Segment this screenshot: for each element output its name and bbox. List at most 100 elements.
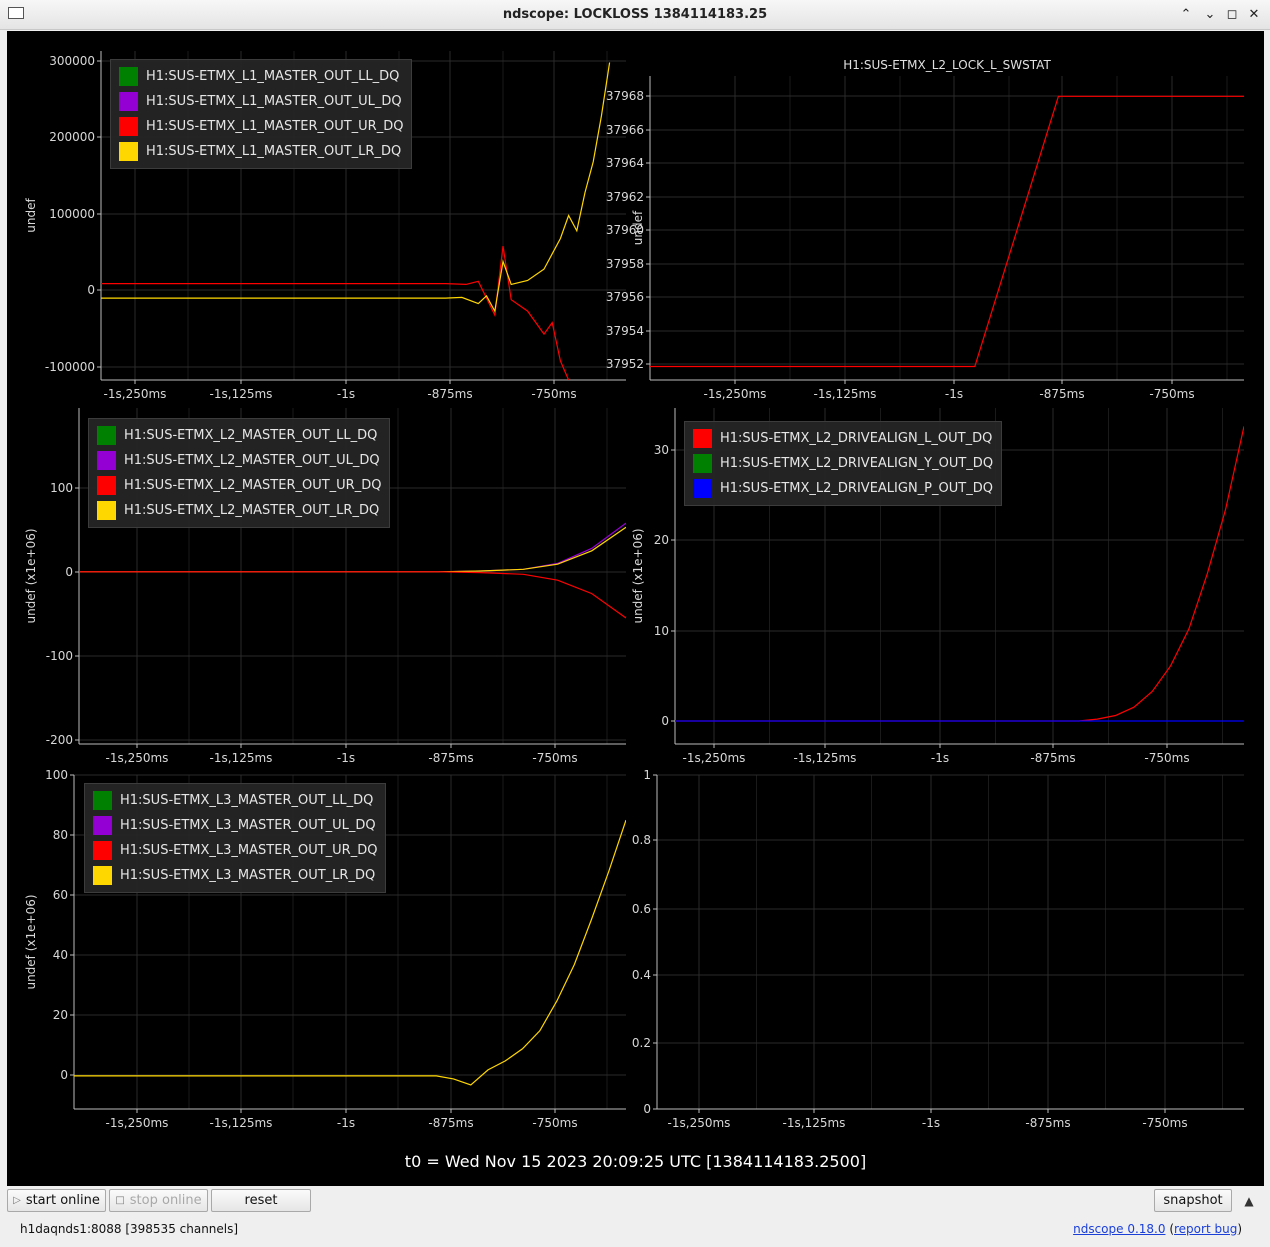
x-tick-label: -875ms — [428, 1116, 473, 1130]
legend-item[interactable]: H1:SUS-ETMX_L2_MASTER_OUT_UL_DQ — [97, 448, 381, 473]
version-info: ndscope 0.18.0 (report bug) — [1073, 1222, 1242, 1236]
legend-swatch — [693, 479, 712, 498]
legend-label: H1:SUS-ETMX_L2_MASTER_OUT_LL_DQ — [124, 428, 378, 443]
y-tick-label: 300000 — [49, 54, 95, 68]
y-tick-label: 60 — [53, 888, 68, 902]
close-button[interactable]: ✕ — [1245, 6, 1263, 24]
legend-drivealign[interactable]: H1:SUS-ETMX_L2_DRIVEALIGN_L_OUT_DQ H1:SUS… — [684, 421, 1003, 506]
stop-online-label: stop online — [129, 1193, 202, 1208]
legend-swatch — [93, 841, 112, 860]
legend-item[interactable]: H1:SUS-ETMX_L3_MASTER_OUT_UR_DQ — [93, 838, 377, 863]
y-tick-label: 37956 — [606, 290, 644, 304]
legend-swatch — [97, 451, 116, 470]
x-tick-label: -1s — [337, 1116, 355, 1130]
window-title: ndscope: LOCKLOSS 1384114183.25 — [502, 7, 768, 22]
legend-item[interactable]: H1:SUS-ETMX_L3_MASTER_OUT_LR_DQ — [93, 863, 377, 888]
y-tick-label: 40 — [53, 948, 68, 962]
legend-label: H1:SUS-ETMX_L2_DRIVEALIGN_P_OUT_DQ — [720, 481, 993, 496]
stop-online-button: □ stop online — [109, 1189, 208, 1212]
y-tick-label: -100 — [46, 649, 73, 663]
legend-item[interactable]: H1:SUS-ETMX_L2_MASTER_OUT_LR_DQ — [97, 498, 381, 523]
legend-label: H1:SUS-ETMX_L3_MASTER_OUT_UL_DQ — [120, 818, 376, 833]
y-tick-label: 100 — [50, 481, 73, 495]
x-tick-label: -1s,125ms — [210, 1116, 273, 1130]
x-tick-label: -1s — [931, 751, 949, 765]
legend-item[interactable]: H1:SUS-ETMX_L2_DRIVEALIGN_P_OUT_DQ — [693, 476, 993, 501]
y-tick-label: 30 — [654, 443, 669, 457]
legend-swatch — [693, 454, 712, 473]
y-tick-label: 37964 — [606, 156, 644, 170]
reset-button[interactable]: reset — [211, 1189, 311, 1212]
t0-label: t0 = Wed Nov 15 2023 20:09:25 UTC [13841… — [404, 1152, 867, 1171]
plots-svg[interactable]: 3000002000001000000-100000-1s,250ms -1s,1… — [7, 31, 1264, 1186]
y-axis-label: undef — [24, 198, 38, 233]
x-tick-label: -1s,250ms — [104, 387, 167, 401]
y-tick-label: 37962 — [606, 190, 644, 204]
legend-swatch — [97, 426, 116, 445]
legend-item[interactable]: H1:SUS-ETMX_L1_MASTER_OUT_UR_DQ — [119, 114, 403, 139]
plot-area[interactable] — [657, 775, 1244, 1109]
y-tick-label: 37968 — [606, 89, 644, 103]
y-tick-label: 20 — [53, 1008, 68, 1022]
legend-l1[interactable]: H1:SUS-ETMX_L1_MASTER_OUT_LL_DQ H1:SUS-ET… — [110, 59, 413, 169]
y-tick-label: 37958 — [606, 257, 644, 271]
y-axis-label: undef (x1e+06) — [631, 528, 645, 623]
snapshot-button[interactable]: snapshot — [1154, 1189, 1232, 1212]
expand-arrow-icon[interactable]: ▲ — [1237, 1189, 1261, 1212]
legend-item[interactable]: H1:SUS-ETMX_L1_MASTER_OUT_LL_DQ — [119, 64, 403, 89]
play-icon: ▷ — [13, 1195, 21, 1206]
x-tick-label: -1s,125ms — [210, 751, 273, 765]
x-tick-label: -1s — [337, 387, 355, 401]
legend-swatch — [119, 142, 138, 161]
x-tick-label: -1s — [945, 387, 963, 401]
legend-l2[interactable]: H1:SUS-ETMX_L2_MASTER_OUT_LL_DQ H1:SUS-ET… — [88, 418, 391, 528]
legend-item[interactable]: H1:SUS-ETMX_L1_MASTER_OUT_LR_DQ — [119, 139, 403, 164]
legend-label: H1:SUS-ETMX_L1_MASTER_OUT_UR_DQ — [146, 119, 404, 134]
y-tick-label: 10 — [654, 624, 669, 638]
version-link[interactable]: ndscope 0.18.0 — [1073, 1222, 1165, 1236]
x-tick-label: -875ms — [428, 751, 473, 765]
stop-icon: □ — [115, 1195, 125, 1206]
legend-swatch — [693, 429, 712, 448]
y-tick-label: 0.8 — [632, 833, 651, 847]
legend-label: H1:SUS-ETMX_L3_MASTER_OUT_LL_DQ — [120, 793, 374, 808]
plot-area[interactable] — [650, 76, 1244, 380]
legend-label: H1:SUS-ETMX_L2_DRIVEALIGN_Y_OUT_DQ — [720, 456, 994, 471]
legend-label: H1:SUS-ETMX_L3_MASTER_OUT_UR_DQ — [120, 843, 378, 858]
plot-swstat[interactable]: 3796837966379643796237960379583795637954… — [606, 58, 1244, 401]
y-tick-label: 0.2 — [632, 1036, 651, 1050]
x-tick-label: -1s,125ms — [794, 751, 857, 765]
x-tick-label: -750ms — [532, 1116, 577, 1130]
start-online-label: start online — [25, 1193, 100, 1208]
legend-label: H1:SUS-ETMX_L2_MASTER_OUT_UL_DQ — [124, 453, 380, 468]
scope-canvas[interactable]: 300000 200000 100000 0 -100000 -1s,250ms -1s,1… — [7, 31, 1264, 1186]
legend-swatch — [119, 117, 138, 136]
legend-item[interactable]: H1:SUS-ETMX_L2_MASTER_OUT_LL_DQ — [97, 423, 381, 448]
legend-l3[interactable]: H1:SUS-ETMX_L3_MASTER_OUT_LL_DQ H1:SUS-ET… — [84, 783, 387, 893]
start-online-button[interactable]: ▷ start online — [7, 1189, 106, 1212]
report-bug-link[interactable]: report bug — [1174, 1222, 1237, 1236]
legend-swatch — [93, 866, 112, 885]
legend-item[interactable]: H1:SUS-ETMX_L2_MASTER_OUT_UR_DQ — [97, 473, 381, 498]
y-axis-label: undef — [631, 210, 645, 245]
legend-item[interactable]: H1:SUS-ETMX_L3_MASTER_OUT_LL_DQ — [93, 788, 377, 813]
legend-item[interactable]: H1:SUS-ETMX_L2_DRIVEALIGN_L_OUT_DQ — [693, 426, 993, 451]
x-tick-label: -1s,250ms — [668, 1116, 731, 1130]
y-tick-label: 0 — [643, 1102, 651, 1116]
y-axis-label: undef (x1e+06) — [24, 528, 38, 623]
y-tick-label: 1 — [643, 768, 651, 782]
legend-item[interactable]: H1:SUS-ETMX_L3_MASTER_OUT_UL_DQ — [93, 813, 377, 838]
x-tick-label: -875ms — [1039, 387, 1084, 401]
legend-item[interactable]: H1:SUS-ETMX_L2_DRIVEALIGN_Y_OUT_DQ — [693, 451, 993, 476]
y-tick-label: 0 — [661, 714, 669, 728]
x-tick-label: -750ms — [1149, 387, 1194, 401]
shade-up-button[interactable]: ⌃ — [1177, 6, 1195, 24]
plot-empty[interactable]: 1 0.8 0.6 0.4 0.2 0 -1s,250ms -1s,125ms -1s -875m… — [632, 768, 1244, 1130]
maximize-button[interactable]: ◻ — [1223, 6, 1241, 24]
legend-item[interactable]: H1:SUS-ETMX_L1_MASTER_OUT_UL_DQ — [119, 89, 403, 114]
legend-label: H1:SUS-ETMX_L2_DRIVEALIGN_L_OUT_DQ — [720, 431, 993, 446]
legend-label: H1:SUS-ETMX_L1_MASTER_OUT_LR_DQ — [146, 144, 402, 159]
y-tick-label: 0 — [60, 1068, 68, 1082]
minimize-button[interactable]: ⌄ — [1201, 6, 1219, 24]
legend-swatch — [97, 476, 116, 495]
